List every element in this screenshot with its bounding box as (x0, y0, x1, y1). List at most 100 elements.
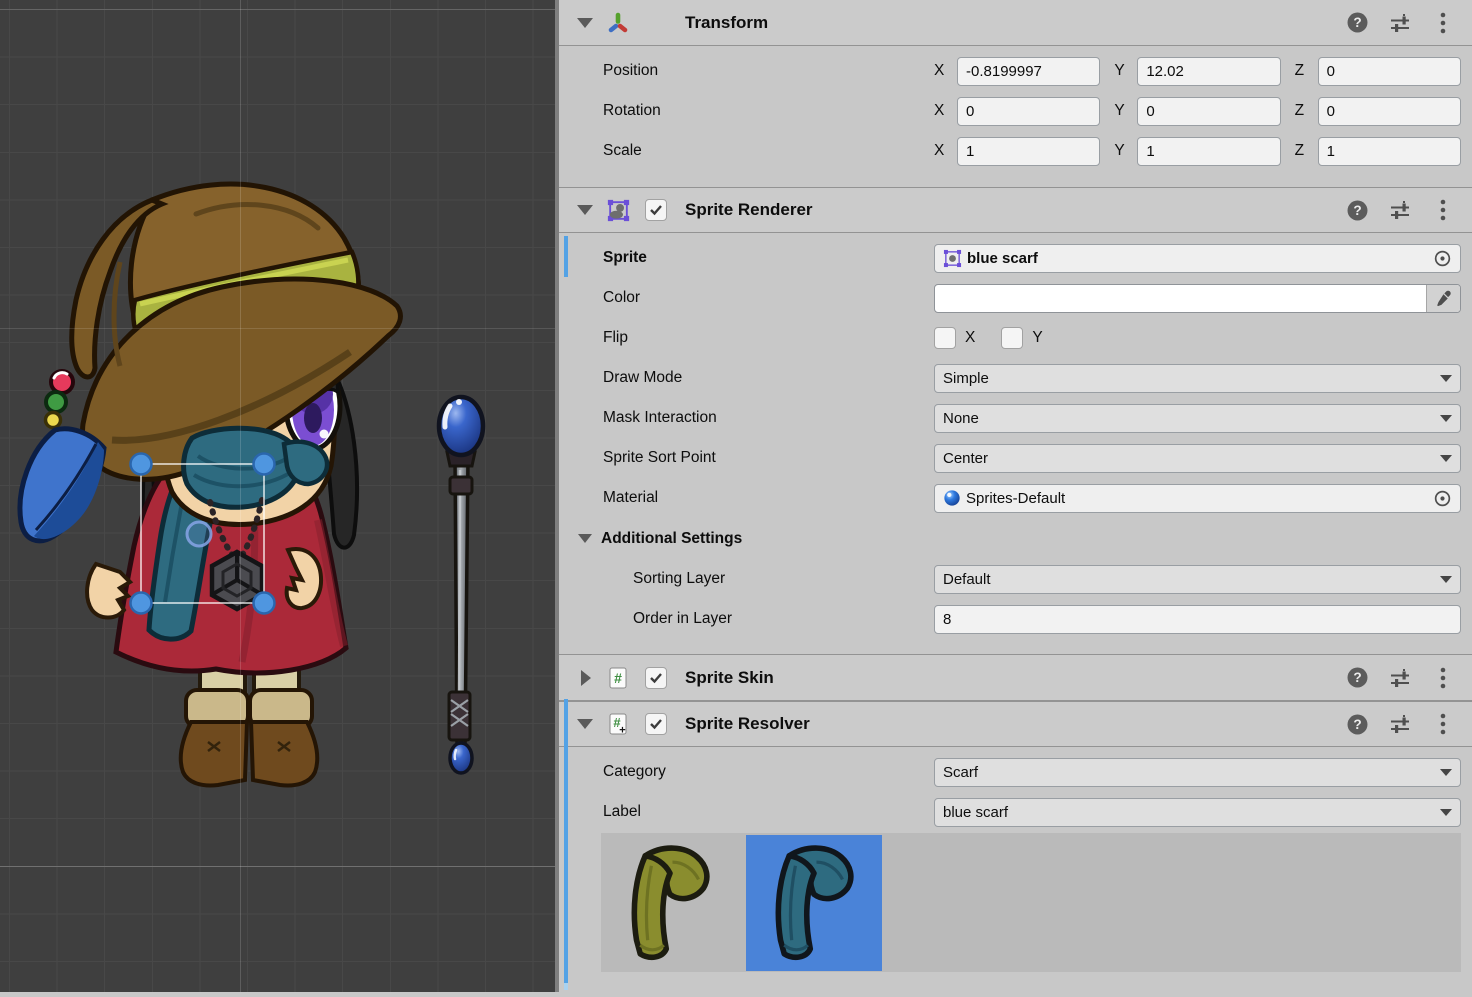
material-value: Sprites-Default (966, 490, 1428, 507)
position-z-field[interactable]: 0 (1318, 57, 1461, 86)
help-icon[interactable]: ? (1346, 667, 1368, 689)
flip-y-checkbox[interactable] (1001, 327, 1023, 349)
transform-body: Position X-0.8199997 Y12.02 Z0 Rotation … (559, 46, 1472, 187)
kebab-menu-icon[interactable] (1432, 199, 1454, 221)
position-row: Position X-0.8199997 Y12.02 Z0 (559, 51, 1472, 91)
mask-interaction-value: None (943, 410, 979, 427)
chevron-down-icon (1440, 769, 1452, 776)
transform-header[interactable]: Transform ? (559, 0, 1472, 46)
axis-z-label: Z (1295, 102, 1311, 120)
sprite-sort-point-row: Sprite Sort Point Center (559, 438, 1472, 478)
svg-text:#: # (614, 670, 622, 686)
draw-mode-dropdown[interactable]: Simple (934, 364, 1461, 393)
green-scarf-thumbnail[interactable] (602, 835, 738, 971)
chevron-down-icon (1440, 415, 1452, 422)
svg-text:?: ? (1353, 670, 1361, 685)
sprite-sort-point-dropdown[interactable]: Center (934, 444, 1461, 473)
witch-girl-character[interactable] (20, 184, 400, 785)
rotation-y-field[interactable]: 0 (1137, 97, 1280, 126)
scene-view[interactable] (0, 0, 555, 992)
hat-bead-yellow (46, 413, 61, 428)
scale-z-field[interactable]: 1 (1318, 137, 1461, 166)
scale-row: Scale X1 Y1 Z1 (559, 131, 1472, 171)
category-dropdown[interactable]: Scarf (934, 758, 1461, 787)
order-in-layer-label: Order in Layer (559, 610, 934, 628)
color-swatch[interactable] (934, 284, 1461, 313)
pivot-handle[interactable] (187, 522, 211, 546)
magic-staff[interactable] (439, 397, 483, 773)
axis-y-label: Y (1114, 102, 1130, 120)
material-object-field[interactable]: Sprites-Default (934, 484, 1461, 513)
scale-y-field[interactable]: 1 (1137, 137, 1280, 166)
object-picker-icon[interactable] (1433, 489, 1452, 508)
component-enabled-checkbox[interactable] (645, 713, 667, 735)
selection-handle-bottom-left[interactable] (131, 593, 152, 614)
presets-icon[interactable] (1389, 713, 1411, 735)
eyedropper-icon[interactable] (1426, 285, 1460, 312)
sprite-renderer-body: Sprite blue scarf Color (559, 233, 1472, 654)
position-label: Position (559, 62, 934, 80)
foldout-expanded-icon[interactable] (577, 18, 593, 28)
selection-handle-top-left[interactable] (131, 454, 152, 475)
label-row: Label blue scarf (559, 792, 1472, 832)
presets-icon[interactable] (1389, 667, 1411, 689)
scale-x-field[interactable]: 1 (957, 137, 1100, 166)
draw-mode-row: Draw Mode Simple (559, 358, 1472, 398)
sprite-object-field[interactable]: blue scarf (934, 244, 1461, 273)
rotation-z-field[interactable]: 0 (1318, 97, 1461, 126)
selection-handle-top-right[interactable] (254, 454, 275, 475)
label-dropdown[interactable]: blue scarf (934, 798, 1461, 827)
rotation-x-field[interactable]: 0 (957, 97, 1100, 126)
sprite-renderer-title: Sprite Renderer (685, 200, 813, 220)
sprite-sort-point-label: Sprite Sort Point (559, 449, 934, 467)
axis-z-label: Z (1295, 142, 1311, 160)
kebab-menu-icon[interactable] (1432, 713, 1454, 735)
order-in-layer-field[interactable]: 8 (934, 605, 1461, 634)
color-row: Color (559, 278, 1472, 318)
flip-x-checkbox[interactable] (934, 327, 956, 349)
rotation-label: Rotation (559, 102, 934, 120)
color-label: Color (559, 289, 934, 307)
sprite-skin-header[interactable]: # Sprite Skin ? (559, 654, 1472, 701)
position-x-field[interactable]: -0.8199997 (957, 57, 1100, 86)
help-icon[interactable]: ? (1346, 199, 1368, 221)
selection-handle-bottom-right[interactable] (254, 593, 275, 614)
foldout-expanded-icon[interactable] (577, 719, 593, 729)
label-value: blue scarf (943, 804, 1008, 821)
sprite-renderer-icon (605, 197, 631, 223)
draw-mode-value: Simple (943, 370, 989, 387)
sprite-skin-title: Sprite Skin (685, 668, 774, 688)
additional-settings-foldout[interactable]: Additional Settings (559, 518, 1472, 559)
sprite-renderer-header[interactable]: Sprite Renderer ? (559, 187, 1472, 233)
position-y-field[interactable]: 12.02 (1137, 57, 1280, 86)
category-value: Scarf (943, 764, 978, 781)
svg-text:?: ? (1353, 15, 1361, 30)
component-enabled-checkbox[interactable] (645, 667, 667, 689)
material-ball-icon (943, 489, 961, 507)
foldout-expanded-icon[interactable] (577, 205, 593, 215)
sprite-row: Sprite blue scarf (559, 238, 1472, 278)
sorting-layer-value: Default (943, 571, 991, 588)
blue-scarf-thumbnail[interactable] (746, 835, 882, 971)
foldout-expanded-icon (578, 534, 592, 543)
axis-y-label: Y (1114, 62, 1130, 80)
axis-y-label: Y (1114, 142, 1130, 160)
help-icon[interactable]: ? (1346, 713, 1368, 735)
mask-interaction-dropdown[interactable]: None (934, 404, 1461, 433)
presets-icon[interactable] (1389, 12, 1411, 34)
prefab-override-bar-sprite (564, 236, 568, 277)
foldout-collapsed-icon[interactable] (581, 670, 591, 686)
kebab-menu-icon[interactable] (1432, 667, 1454, 689)
presets-icon[interactable] (1389, 199, 1411, 221)
kebab-menu-icon[interactable] (1432, 12, 1454, 34)
transform-title: Transform (685, 13, 768, 33)
object-picker-icon[interactable] (1433, 249, 1452, 268)
additional-settings-label: Additional Settings (601, 530, 742, 548)
svg-text:?: ? (1353, 717, 1361, 732)
component-enabled-checkbox[interactable] (645, 199, 667, 221)
category-label: Category (559, 763, 934, 781)
sorting-layer-dropdown[interactable]: Default (934, 565, 1461, 594)
help-icon[interactable]: ? (1346, 12, 1368, 34)
chevron-down-icon (1440, 375, 1452, 382)
sprite-resolver-header[interactable]: #+ Sprite Resolver ? (559, 701, 1472, 747)
